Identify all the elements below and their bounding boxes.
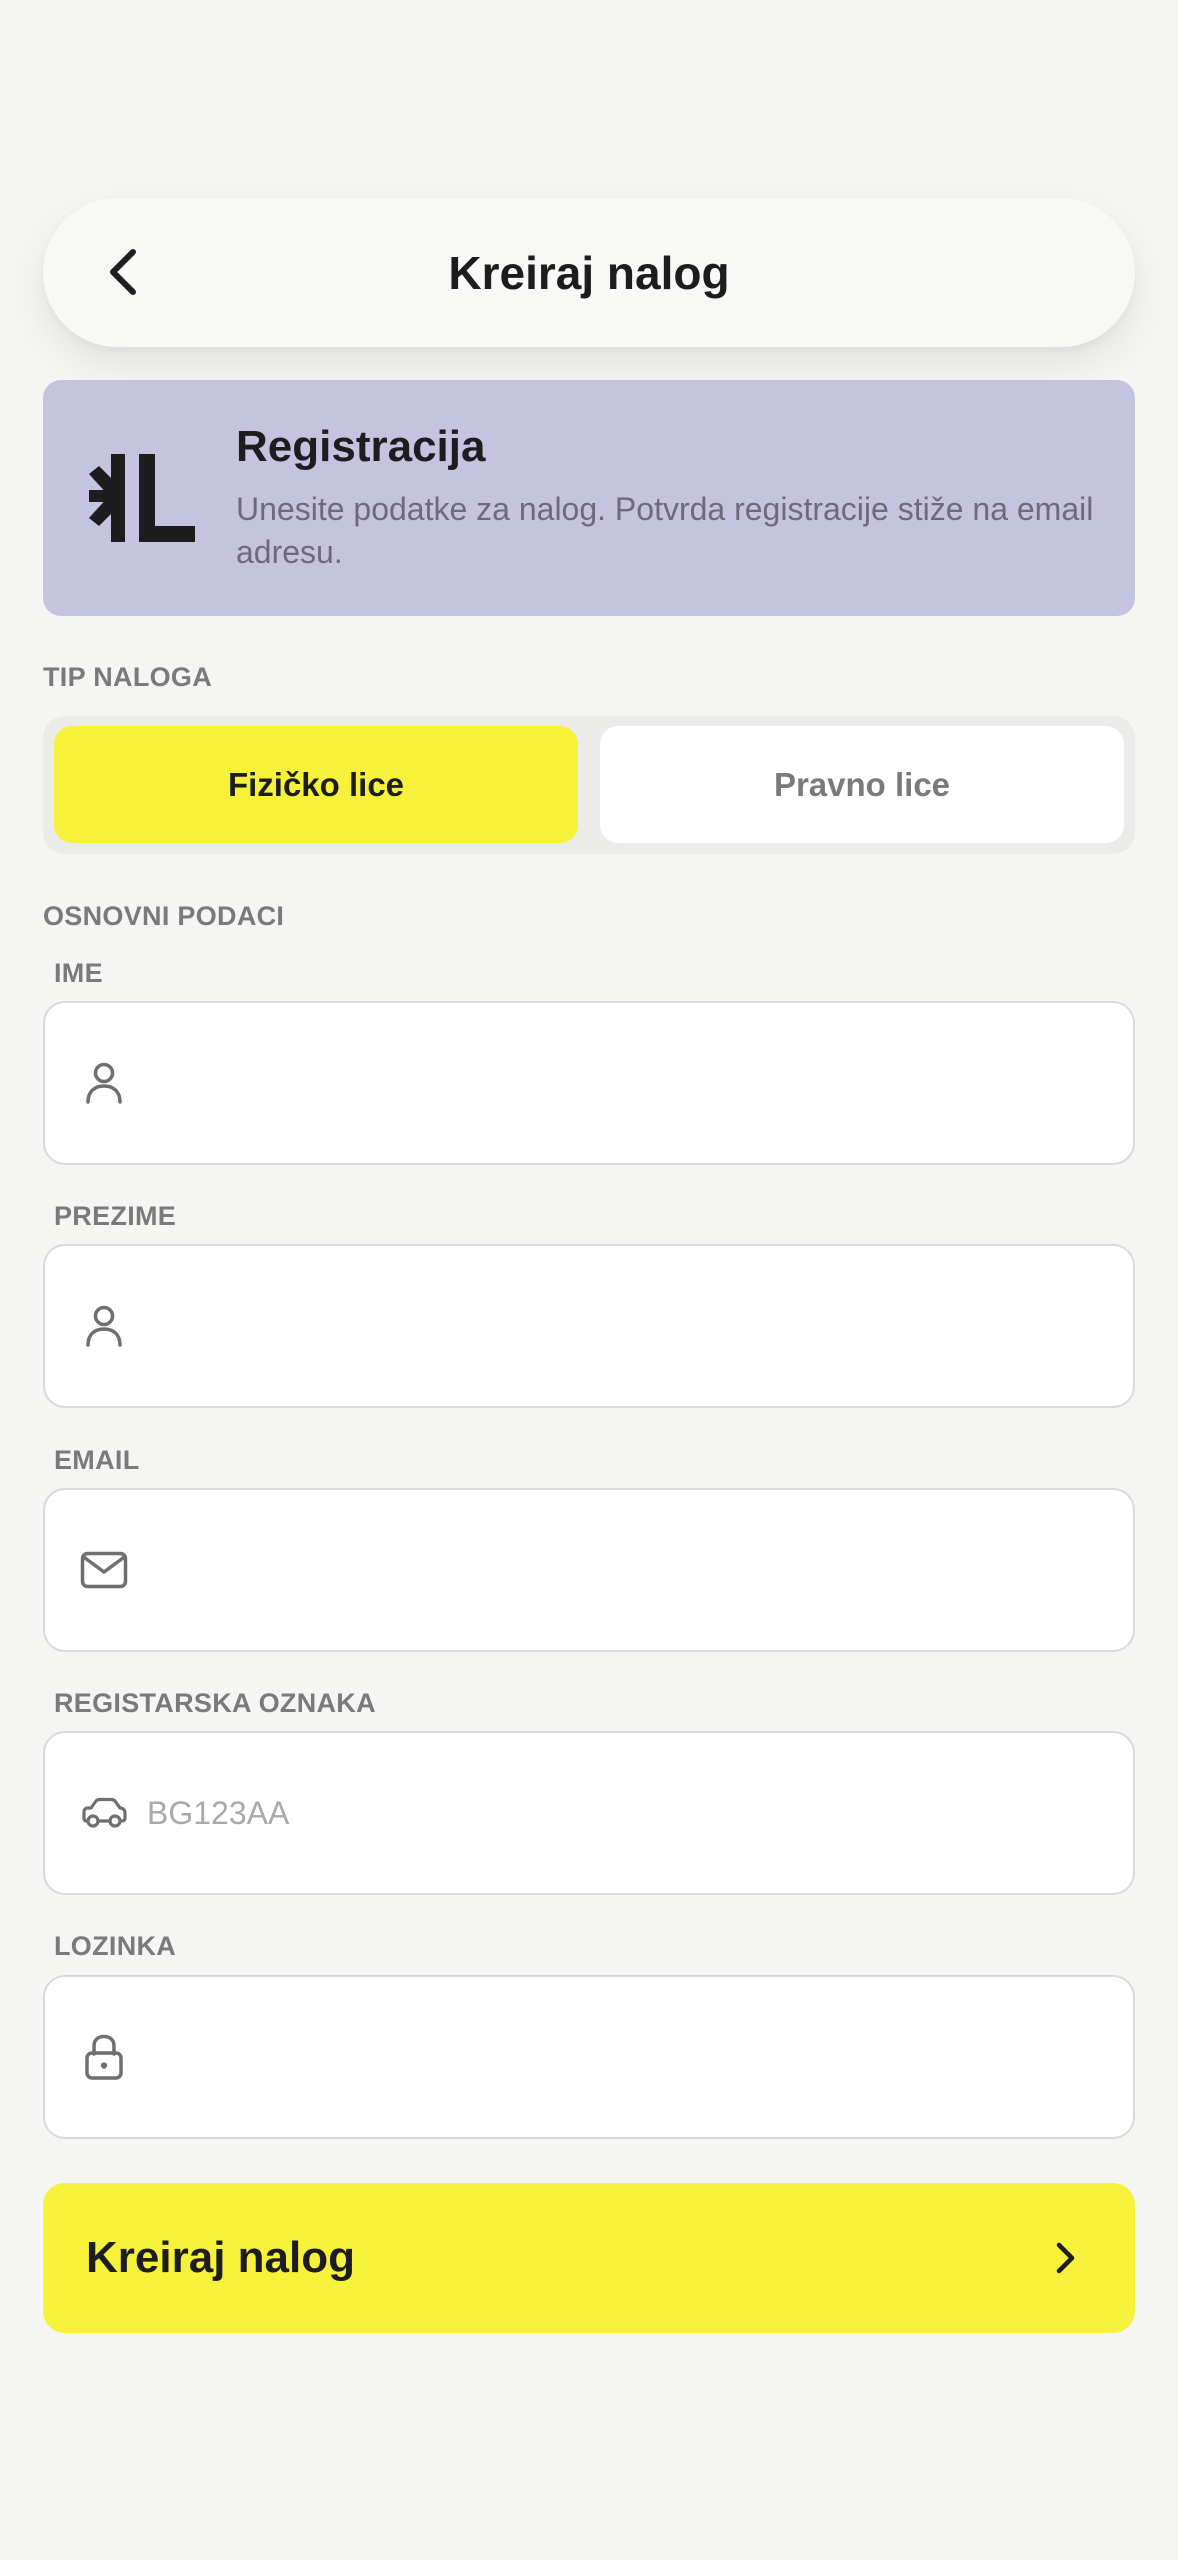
password-input[interactable] <box>147 1977 1103 2137</box>
account-type-selector: Fizičko lice Pravno lice <box>43 716 1135 854</box>
password-field[interactable] <box>43 1975 1135 2139</box>
password-label: LOZINKA <box>54 1931 177 1961</box>
banner-description: Unesite podatke za nalog. Potvrda regist… <box>236 491 1094 570</box>
plate-field[interactable] <box>43 1731 1135 1895</box>
last-name-label: PREZIME <box>54 1201 177 1231</box>
person-icon <box>79 1058 129 1108</box>
person-icon <box>79 1301 129 1351</box>
email-label: EMAIL <box>54 1445 140 1475</box>
create-account-button[interactable]: Kreiraj nalog <box>43 2183 1135 2333</box>
banner-title: Registracija <box>236 422 486 471</box>
back-button[interactable] <box>83 232 163 312</box>
info-banner: Registracija Unesite podatke za nalog. P… <box>43 380 1135 616</box>
option-individual[interactable]: Fizičko lice <box>54 726 578 843</box>
basic-info-label: OSNOVNI PODACI <box>43 901 285 931</box>
top-bar: Kreiraj nalog <box>43 198 1135 347</box>
create-account-label: Kreiraj nalog <box>86 2233 355 2282</box>
email-field[interactable] <box>43 1488 1135 1652</box>
first-name-label: IME <box>54 958 103 988</box>
plate-input[interactable] <box>147 1733 1103 1893</box>
plate-label: REGISTARSKA OZNAKA <box>54 1688 376 1718</box>
last-name-field[interactable] <box>43 1244 1135 1408</box>
first-name-field[interactable] <box>43 1001 1135 1165</box>
account-type-label: TIP NALOGA <box>43 662 213 692</box>
option-legal-entity[interactable]: Pravno lice <box>600 726 1124 843</box>
email-input[interactable] <box>147 1490 1103 1650</box>
chevron-right-icon <box>1045 2238 1085 2278</box>
car-icon <box>79 1788 129 1838</box>
chevron-left-icon <box>110 249 136 295</box>
first-name-input[interactable] <box>147 1003 1103 1163</box>
lock-icon <box>79 2032 129 2082</box>
page-title: Kreiraj nalog <box>448 246 730 299</box>
last-name-input[interactable] <box>147 1246 1103 1406</box>
mail-icon <box>79 1545 129 1595</box>
brand-logo-icon <box>89 454 195 542</box>
